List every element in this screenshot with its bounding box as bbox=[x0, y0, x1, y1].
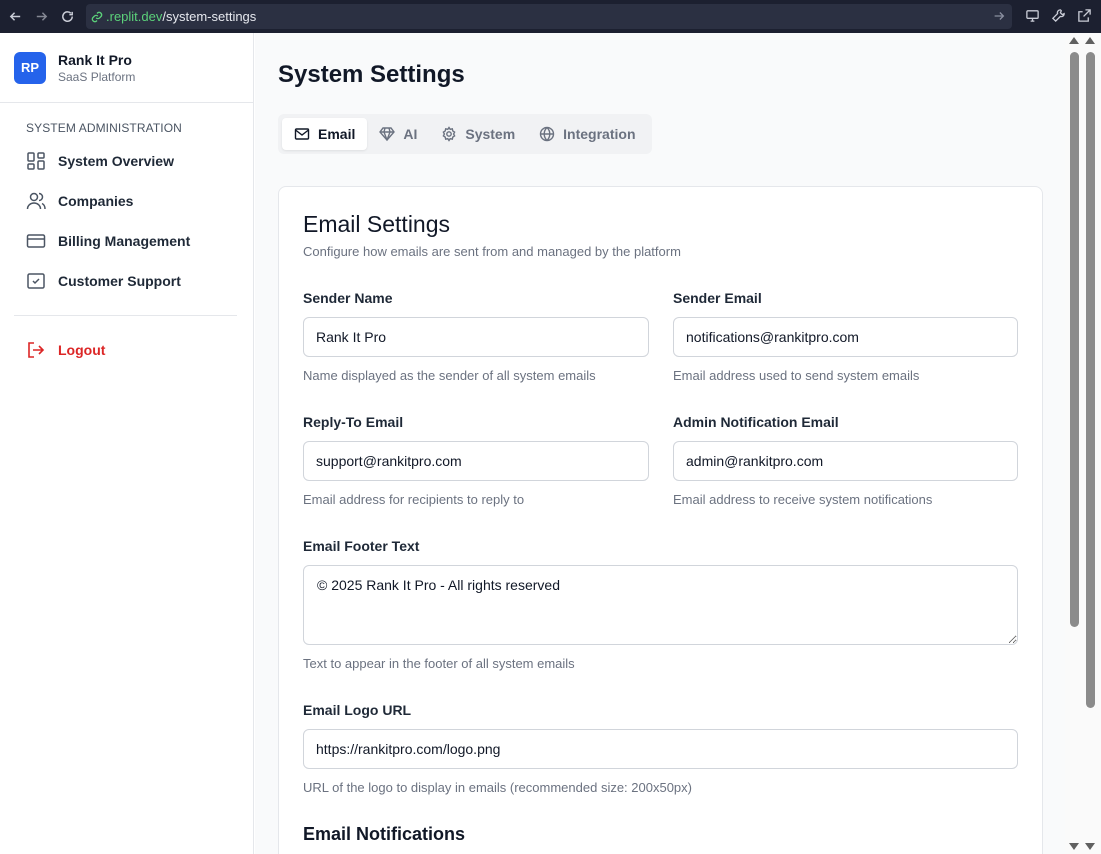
tab-system[interactable]: System bbox=[429, 118, 527, 150]
logo-url-input[interactable] bbox=[303, 729, 1018, 769]
brand-subtitle: SaaS Platform bbox=[58, 69, 136, 84]
sender-email-label: Sender Email bbox=[673, 290, 762, 306]
page-title: System Settings bbox=[278, 61, 465, 88]
brand-name: Rank It Pro bbox=[58, 51, 132, 68]
browser-toolbar: .replit.dev/system-settings bbox=[0, 0, 1101, 33]
admin-email-label: Admin Notification Email bbox=[673, 414, 839, 430]
scrollbar-thumb[interactable] bbox=[1070, 52, 1079, 627]
sender-email-input[interactable] bbox=[673, 317, 1018, 357]
sidebar-section-title: SYSTEM ADMINISTRATION bbox=[26, 121, 182, 135]
tab-integration[interactable]: Integration bbox=[527, 118, 647, 150]
check-square-icon bbox=[26, 271, 46, 291]
sidebar-item-system-overview[interactable]: System Overview bbox=[0, 141, 253, 181]
diamond-icon bbox=[379, 126, 396, 142]
email-notifications-heading: Email Notifications bbox=[303, 824, 466, 844]
users-icon bbox=[26, 191, 46, 211]
gear-icon bbox=[441, 126, 457, 142]
reload-icon[interactable] bbox=[56, 6, 78, 28]
logo-url-label: Email Logo URL bbox=[303, 702, 412, 718]
scroll-up-arrow-icon[interactable] bbox=[1085, 37, 1095, 44]
sidebar-item-label: Customer Support bbox=[58, 273, 181, 289]
go-arrow-icon[interactable] bbox=[992, 9, 1006, 23]
reply-to-input[interactable] bbox=[303, 441, 649, 481]
monitor-icon[interactable] bbox=[1023, 6, 1041, 24]
scroll-up-arrow-icon[interactable] bbox=[1069, 37, 1079, 44]
main-content: System Settings Email AI System Integrat… bbox=[255, 33, 1065, 854]
logout-label: Logout bbox=[58, 342, 106, 358]
admin-email-help: Email address to receive system notifica… bbox=[673, 492, 933, 507]
url-host: .replit.dev bbox=[106, 9, 163, 24]
brand: RP Rank It Pro SaaS Platform bbox=[0, 33, 253, 103]
logout-button[interactable]: Logout bbox=[0, 330, 253, 370]
forward-arrow-icon[interactable] bbox=[30, 6, 52, 28]
grid-icon bbox=[26, 151, 46, 171]
url-path: /system-settings bbox=[162, 9, 257, 24]
mail-icon bbox=[294, 126, 310, 142]
external-link-icon[interactable] bbox=[1075, 6, 1093, 24]
link-icon bbox=[90, 10, 104, 24]
wrench-icon[interactable] bbox=[1049, 6, 1067, 24]
footer-text-label: Email Footer Text bbox=[303, 538, 420, 554]
sidebar: RP Rank It Pro SaaS Platform SYSTEM ADMI… bbox=[0, 33, 254, 854]
admin-email-input[interactable] bbox=[673, 441, 1018, 481]
tab-label: Email bbox=[318, 126, 356, 142]
card-description: Configure how emails are sent from and m… bbox=[303, 244, 681, 259]
globe-icon bbox=[539, 126, 555, 142]
credit-card-icon bbox=[26, 231, 46, 251]
reply-to-help: Email address for recipients to reply to bbox=[303, 492, 525, 507]
address-bar[interactable]: .replit.dev/system-settings bbox=[86, 4, 1012, 29]
sidebar-divider bbox=[14, 315, 237, 316]
email-settings-card: Email Settings Configure how emails are … bbox=[278, 186, 1043, 854]
logout-icon bbox=[26, 340, 46, 360]
sender-name-label: Sender Name bbox=[303, 290, 393, 306]
sender-name-help: Name displayed as the sender of all syst… bbox=[303, 368, 596, 383]
scroll-down-arrow-icon[interactable] bbox=[1069, 843, 1079, 850]
sidebar-item-label: Companies bbox=[58, 193, 134, 209]
tab-label: AI bbox=[403, 126, 418, 142]
sidebar-item-label: Billing Management bbox=[58, 233, 191, 249]
settings-tabs: Email AI System Integration bbox=[278, 114, 652, 154]
tab-label: Integration bbox=[563, 126, 636, 142]
footer-text-textarea[interactable]: © 2025 Rank It Pro - All rights reserved bbox=[303, 565, 1018, 645]
sidebar-nav: System Overview Companies Billing Manage… bbox=[0, 141, 253, 301]
sender-email-help: Email address used to send system emails bbox=[673, 368, 920, 383]
back-arrow-icon[interactable] bbox=[4, 6, 26, 28]
sidebar-item-label: System Overview bbox=[58, 153, 174, 169]
sidebar-item-customer-support[interactable]: Customer Support bbox=[0, 261, 253, 301]
sidebar-item-companies[interactable]: Companies bbox=[0, 181, 253, 221]
tab-email[interactable]: Email bbox=[282, 118, 368, 150]
scroll-down-arrow-icon[interactable] bbox=[1085, 843, 1095, 850]
scrollbar-thumb[interactable] bbox=[1086, 52, 1095, 708]
logo-url-help: URL of the logo to display in emails (re… bbox=[303, 780, 692, 795]
reply-to-label: Reply-To Email bbox=[303, 414, 404, 430]
footer-text-help: Text to appear in the footer of all syst… bbox=[303, 656, 575, 671]
tab-ai[interactable]: AI bbox=[367, 118, 429, 150]
brand-logo[interactable]: RP bbox=[14, 51, 46, 84]
sidebar-item-billing-management[interactable]: Billing Management bbox=[0, 221, 253, 261]
card-title: Email Settings bbox=[303, 211, 451, 237]
tab-label: System bbox=[465, 126, 516, 142]
sender-name-input[interactable] bbox=[303, 317, 649, 357]
